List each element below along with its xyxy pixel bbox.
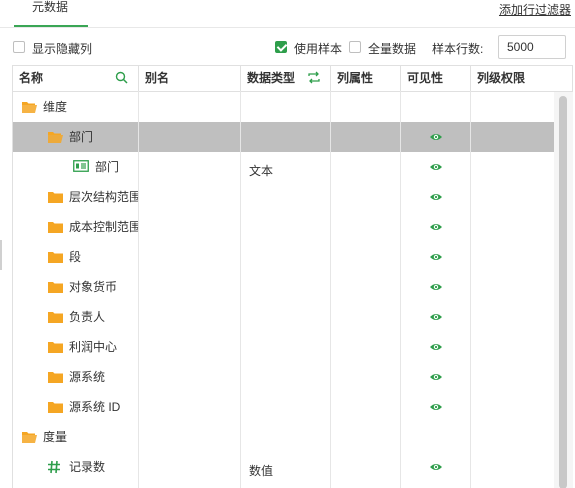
row-name: 利润中心 <box>69 340 118 354</box>
row-name: 负责人 <box>69 310 106 324</box>
tab-bar: 元数据 添加行过滤器 <box>0 0 575 28</box>
tree-row[interactable]: 度量 <box>13 422 554 452</box>
column-header-visibility[interactable]: 可见性 <box>401 66 471 91</box>
column-divider <box>240 91 241 488</box>
row-name: 维度 <box>43 100 68 114</box>
scrollbar-thumb[interactable] <box>559 96 567 488</box>
column-header-name-label: 名称 <box>19 71 44 85</box>
column-header-properties-label: 列属性 <box>337 71 374 85</box>
eye-icon[interactable] <box>429 220 443 234</box>
eye-icon[interactable] <box>429 370 443 384</box>
folder-icon <box>48 312 63 323</box>
folder-icon <box>48 372 63 383</box>
column-header-alias-label: 别名 <box>145 71 170 85</box>
row-name: 成本控制范围 <box>69 220 138 234</box>
folder-icon <box>48 402 63 413</box>
column-header-alias[interactable]: 别名 <box>139 66 241 91</box>
show-hidden-checkbox[interactable] <box>13 41 25 53</box>
tab-metadata[interactable]: 元数据 <box>14 0 88 27</box>
resize-handle[interactable] <box>0 240 2 270</box>
row-name: 段 <box>69 250 82 264</box>
sample-rows-input[interactable] <box>498 35 566 59</box>
tree-row[interactable]: 源系统 <box>13 362 554 392</box>
use-sample-checkbox[interactable] <box>275 41 287 53</box>
tree-row[interactable]: 段 <box>13 242 554 272</box>
column-header-permission[interactable]: 列级权限 <box>471 66 573 91</box>
row-data-type: 数值 <box>249 464 274 478</box>
tree-row[interactable]: 部门 <box>13 122 554 152</box>
metadata-grid: 名称 别名 数据类型 列属性 可见性 列级权限 维度 部门 部门 文本 层次结构范围 成本… <box>12 65 573 488</box>
grid-header: 名称 别名 数据类型 列属性 可见性 列级权限 <box>13 66 573 92</box>
search-icon[interactable] <box>115 71 128 84</box>
eye-icon[interactable] <box>429 280 443 294</box>
folder-icon <box>48 192 63 203</box>
eye-icon[interactable] <box>429 460 443 474</box>
eye-icon[interactable] <box>429 160 443 174</box>
column-header-permission-label: 列级权限 <box>477 71 526 85</box>
folder-icon <box>48 252 63 263</box>
show-hidden-label: 显示隐藏列 <box>32 42 93 56</box>
eye-icon[interactable] <box>429 190 443 204</box>
column-header-properties[interactable]: 列属性 <box>331 66 401 91</box>
folder-icon <box>48 342 63 353</box>
tree-row[interactable]: 利润中心 <box>13 332 554 362</box>
tree-row[interactable]: 记录数 数值 <box>13 452 554 482</box>
full-data-checkbox[interactable] <box>349 41 361 53</box>
tree-row[interactable]: 维度 <box>13 92 554 122</box>
folder-open-icon <box>22 432 37 443</box>
folder-icon <box>48 222 63 233</box>
folder-icon <box>48 282 63 293</box>
tree-row[interactable]: 负责人 <box>13 302 554 332</box>
swap-icon[interactable] <box>307 71 321 84</box>
row-name: 记录数 <box>69 460 106 474</box>
tree-row[interactable]: 成本控制范围 <box>13 212 554 242</box>
column-divider <box>138 91 139 488</box>
row-name: 部门 <box>95 160 120 174</box>
eye-icon[interactable] <box>429 400 443 414</box>
row-name: 源系统 ID <box>69 400 121 414</box>
column-header-datatype[interactable]: 数据类型 <box>241 66 331 91</box>
column-divider <box>470 91 471 488</box>
row-data-type: 文本 <box>249 164 274 178</box>
eye-icon[interactable] <box>429 310 443 324</box>
use-sample-label: 使用样本 <box>294 42 343 56</box>
column-header-name[interactable]: 名称 <box>13 66 139 91</box>
eye-icon[interactable] <box>429 250 443 264</box>
folder-open-icon <box>22 102 37 113</box>
full-data-label: 全量数据 <box>368 42 417 56</box>
eye-icon[interactable] <box>429 340 443 354</box>
row-name: 源系统 <box>69 370 106 384</box>
toolbar: 显示隐藏列 使用样本 全量数据 样本行数: <box>0 33 575 61</box>
tree-row[interactable]: 对象货币 <box>13 272 554 302</box>
hash-icon <box>48 460 60 474</box>
column-header-visibility-label: 可见性 <box>407 71 444 85</box>
row-name: 层次结构范围 <box>69 190 138 204</box>
tree-row[interactable]: 源系统 ID <box>13 392 554 422</box>
tab-metadata-label: 元数据 <box>32 0 69 14</box>
dimension-field-icon <box>73 160 89 172</box>
folder-open-icon <box>48 132 63 143</box>
tree-row[interactable]: 部门 文本 <box>13 152 554 182</box>
add-row-filter-link[interactable]: 添加行过滤器 <box>499 1 571 18</box>
vertical-scrollbar[interactable] <box>554 92 573 488</box>
column-header-datatype-label: 数据类型 <box>247 71 296 85</box>
eye-icon[interactable] <box>429 130 443 144</box>
row-name: 对象货币 <box>69 280 118 294</box>
row-name: 部门 <box>69 130 94 144</box>
sample-rows-label: 样本行数: <box>432 42 484 56</box>
tree-row[interactable]: 层次结构范围 <box>13 182 554 212</box>
column-divider <box>330 91 331 488</box>
row-name: 度量 <box>43 430 68 444</box>
column-divider <box>400 91 401 488</box>
